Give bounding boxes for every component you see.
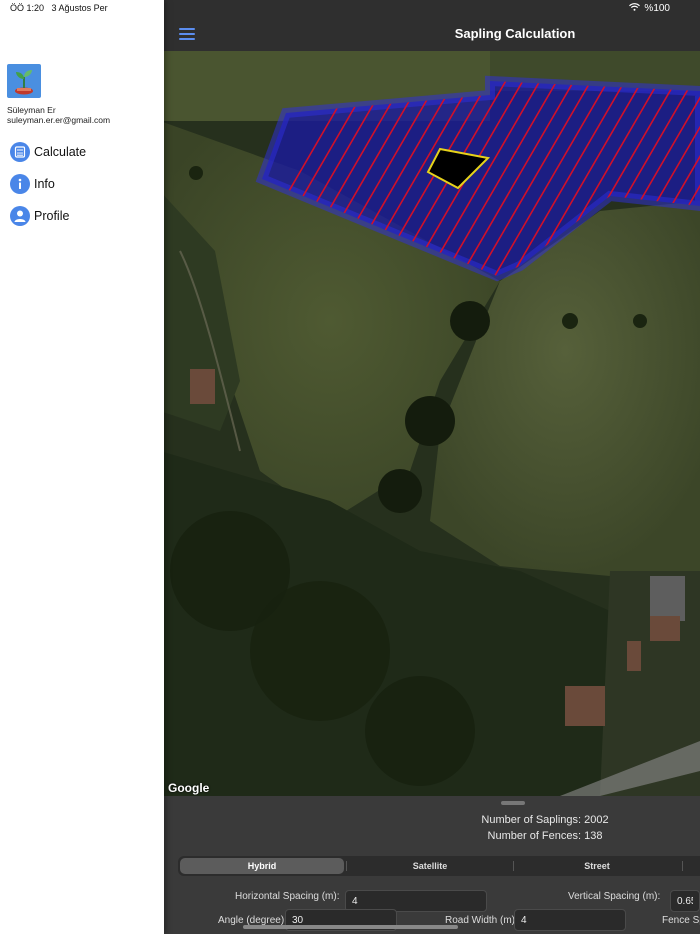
page-title: Sapling Calculation [454,26,576,41]
user-email: suleyman.er.er@gmail.com [7,115,111,125]
vertical-spacing-label: Vertical Spacing (m): [568,891,661,902]
menu-item-label: Info [34,177,55,191]
map-type-street[interactable]: Street [514,858,680,874]
menu-item-label: Profile [34,209,70,223]
sapling-logo-icon [7,64,41,98]
user-name: Süleyman Er [7,105,56,115]
profile-icon [10,206,30,226]
sheet-drag-handle[interactable] [501,801,525,805]
menu-item-label: Calculate [34,145,87,159]
hamburger-menu-icon[interactable] [179,28,195,40]
map-type-segmented-control: Hybrid Satellite Street [178,856,700,876]
wifi-icon [629,3,641,14]
map-type-satellite[interactable]: Satellite [348,858,512,874]
menu-item-info[interactable]: Info [10,174,160,196]
google-attribution: Google [168,781,210,795]
road-width-input[interactable] [514,909,626,931]
battery-text: %100 [644,3,670,14]
status-time: ÖÖ 1:20 [10,3,45,13]
status-date: 3 Ağustos Per [51,3,108,13]
calculator-icon [10,142,30,162]
menu-item-profile[interactable]: Profile [10,206,160,228]
fences-count: Number of Fences: 138 [487,830,603,842]
status-time-date: ÖÖ 1:20 3 Ağustos Per [10,3,108,13]
vertical-spacing-input[interactable] [670,890,700,912]
status-right: %100 [629,3,670,14]
side-drawer: ÖÖ 1:20 3 Ağustos Per Süleyman Er suleym… [0,0,164,934]
menu-item-calculate[interactable]: Calculate [10,142,160,164]
home-indicator [243,925,458,929]
horizontal-spacing-label: Horizontal Spacing (m): [235,891,340,902]
fence-spacing-label: Fence Sp [662,915,700,926]
map-type-hybrid[interactable]: Hybrid [180,858,344,874]
info-icon [10,174,30,194]
saplings-count: Number of Saplings: 2002 [481,814,609,826]
